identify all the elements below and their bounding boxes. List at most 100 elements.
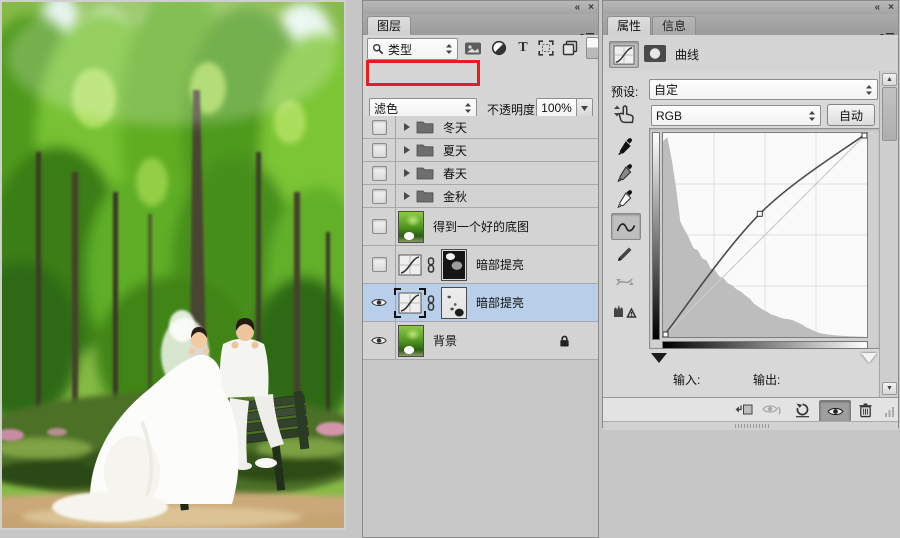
folder-icon: [416, 166, 434, 180]
auto-button[interactable]: 自动: [827, 104, 875, 126]
filter-shape-layers-button[interactable]: [536, 39, 556, 57]
text-tool-icon: T: [518, 41, 527, 55]
scrollbar-thumb[interactable]: [882, 87, 897, 141]
filter-type-layers-button[interactable]: T: [514, 39, 532, 57]
close-panel-icon[interactable]: ×: [588, 1, 594, 14]
layer-row-base-image[interactable]: 得到一个好的底图: [363, 208, 598, 246]
visibility-toggle[interactable]: [363, 322, 396, 359]
scroll-up-icon[interactable]: ▲: [882, 73, 897, 86]
visibility-checkbox-empty: [372, 166, 387, 181]
output-label: 输出:: [753, 371, 780, 388]
visibility-toggle[interactable]: [363, 284, 396, 321]
resize-grip-icon[interactable]: [883, 406, 895, 418]
layer-row-group-autumn[interactable]: 金秋: [363, 185, 598, 208]
expand-arrow-icon[interactable]: [403, 191, 411, 201]
layer-name: 冬天: [443, 119, 467, 136]
scroll-down-icon[interactable]: ▼: [882, 382, 897, 395]
visibility-toggle[interactable]: [363, 162, 396, 184]
properties-scrollbar[interactable]: ▲ ▼: [879, 71, 898, 397]
document-canvas[interactable]: [0, 0, 346, 530]
visibility-toggle[interactable]: [363, 139, 396, 161]
visibility-checkbox-empty: [372, 219, 387, 234]
channel-select[interactable]: RGB: [651, 105, 821, 126]
shape-layer-icon: [538, 40, 554, 56]
layer-row-background[interactable]: 背景: [363, 322, 598, 360]
curves-graph[interactable]: [649, 128, 880, 349]
mask-link-icon[interactable]: [426, 295, 436, 311]
expand-arrow-icon[interactable]: [403, 168, 411, 178]
expand-arrow-icon[interactable]: [403, 145, 411, 155]
layer-mask-thumbnail[interactable]: [441, 287, 467, 319]
layer-mask-thumbnail[interactable]: [441, 249, 467, 281]
targeted-adjustment-icon: [611, 103, 637, 127]
gray-point-eyedropper[interactable]: [613, 161, 637, 183]
layer-row-group-spring[interactable]: 春天: [363, 162, 598, 185]
drag-dots-icon: [735, 424, 769, 428]
close-panel-icon[interactable]: ×: [888, 1, 894, 14]
tab-info[interactable]: 信息: [652, 16, 696, 36]
mask-link-icon[interactable]: [426, 257, 436, 273]
white-point-eyedropper[interactable]: [613, 187, 637, 209]
eye-icon: [827, 406, 844, 417]
clip-to-layer-button[interactable]: [731, 400, 755, 420]
curves-properties-content: 预设: 自定 RGB 自动: [603, 71, 898, 397]
layer-filtering-toggle[interactable]: [586, 37, 599, 59]
chevron-down-icon: [581, 106, 588, 111]
filter-smart-objects-button[interactable]: [560, 39, 580, 57]
layers-panel-titlebar: « ×: [363, 1, 598, 15]
smooth-curve-icon: [615, 274, 635, 290]
edit-points-tool[interactable]: [611, 213, 641, 240]
visibility-checkbox-empty: [372, 189, 387, 204]
black-point-slider[interactable]: [651, 353, 667, 363]
visibility-checkbox-empty: [372, 143, 387, 158]
filter-pixel-layers-button[interactable]: [463, 39, 483, 57]
smooth-curve-button[interactable]: [613, 271, 637, 293]
adjustment-layer-icon: [491, 40, 507, 56]
targeted-adjustment-tool[interactable]: [609, 101, 639, 129]
reset-adjustment-button[interactable]: [791, 400, 813, 420]
layer-thumbnail[interactable]: [398, 211, 424, 243]
black-point-eyedropper[interactable]: [613, 135, 637, 157]
layer-filter-type-select[interactable]: 类型: [367, 38, 458, 60]
tab-properties[interactable]: 属性: [607, 16, 651, 36]
layer-row-group-summer[interactable]: 夏天: [363, 139, 598, 162]
opacity-value[interactable]: 100%: [536, 98, 577, 118]
histogram-clipping-warning[interactable]: [612, 299, 638, 321]
layer-list: 冬天 夏天 春天 金秋: [363, 116, 598, 537]
toggle-visibility-button[interactable]: [819, 400, 851, 422]
layer-name: 金秋: [443, 188, 467, 205]
tab-layers[interactable]: 图层: [367, 16, 411, 36]
eyedropper-gray-icon: [616, 163, 635, 182]
visibility-toggle[interactable]: [363, 246, 396, 283]
panel-resize-handle[interactable]: [603, 421, 898, 430]
folder-icon: [416, 189, 434, 203]
visibility-toggle[interactable]: [363, 116, 396, 138]
curves-adjustment-badge[interactable]: [609, 41, 639, 68]
curve-plot-area[interactable]: [662, 132, 868, 338]
expand-arrow-icon[interactable]: [403, 122, 411, 132]
selection-brackets-icon: [394, 288, 426, 318]
collapse-panel-icon[interactable]: «: [575, 1, 581, 14]
mask-icon[interactable]: [643, 44, 667, 63]
view-previous-state-button[interactable]: [759, 400, 785, 420]
background-lock-icon[interactable]: [559, 334, 570, 348]
filter-adjustment-layers-button[interactable]: [489, 39, 509, 57]
visibility-toggle[interactable]: [363, 185, 396, 207]
layers-panel: « × 图层 类型: [362, 0, 599, 538]
spinner-icon: [865, 84, 873, 96]
curves-adjustment-icon[interactable]: [398, 254, 422, 276]
layer-row-group-winter[interactable]: 冬天: [363, 116, 598, 139]
draw-curve-pencil-tool[interactable]: [613, 243, 637, 265]
curves-adjustment-icon-selected[interactable]: [398, 292, 422, 314]
visibility-toggle[interactable]: [363, 208, 396, 245]
delete-adjustment-button[interactable]: [853, 400, 877, 420]
layer-row-curves-selected[interactable]: 暗部提亮: [363, 284, 598, 322]
blend-mode-select[interactable]: 滤色: [369, 98, 477, 118]
layer-thumbnail[interactable]: [398, 325, 424, 357]
layer-row-curves-hidden[interactable]: 暗部提亮: [363, 246, 598, 284]
white-point-slider[interactable]: [861, 353, 877, 363]
opacity-dropdown-button[interactable]: [577, 98, 593, 118]
collapse-panel-icon[interactable]: «: [875, 1, 881, 14]
preset-select[interactable]: 自定: [649, 79, 878, 100]
preset-label: 预设:: [611, 83, 638, 100]
